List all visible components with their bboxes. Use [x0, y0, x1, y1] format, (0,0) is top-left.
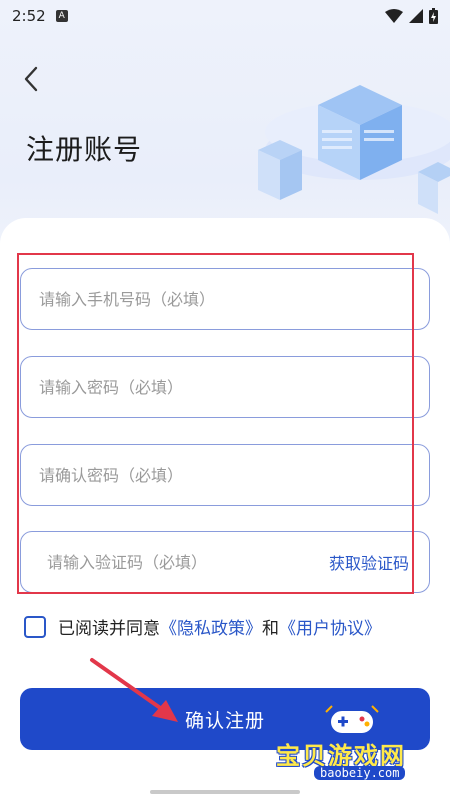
agreement-and-text: 和 [262, 619, 279, 639]
status-bar: 2:52 A [0, 0, 450, 32]
notification-icon: A [55, 10, 68, 22]
get-code-button[interactable]: 获取验证码 [329, 550, 409, 574]
annotation-arrow-icon [90, 658, 178, 722]
status-time: 2:52 [12, 7, 46, 25]
home-indicator [150, 790, 300, 794]
wifi-icon [385, 9, 403, 23]
back-button[interactable] [16, 64, 46, 94]
confirm-register-button[interactable]: 确认注册 [20, 688, 430, 750]
chevron-left-icon [24, 66, 38, 92]
verification-code-field[interactable]: 获取验证码 [20, 531, 430, 593]
page-title: 注册账号 [26, 133, 143, 166]
battery-icon [429, 8, 438, 24]
user-agreement-link[interactable]: 《用户协议》 [279, 614, 381, 639]
agreement-row: 已阅读并同意 《隐私政策》 和 《用户协议》 [24, 614, 381, 639]
signal-icon [409, 9, 423, 23]
confirm-password-input[interactable] [39, 465, 411, 485]
password-field[interactable] [20, 356, 430, 418]
phone-field[interactable] [20, 268, 430, 330]
agreement-checkbox[interactable] [24, 615, 46, 638]
agreement-text: 已阅读并同意 [58, 619, 160, 639]
password-input[interactable] [39, 377, 411, 397]
privacy-policy-link[interactable]: 《隐私政策》 [160, 614, 262, 639]
phone-input[interactable] [39, 289, 411, 309]
verification-code-input[interactable] [47, 552, 321, 572]
confirm-register-label: 确认注册 [184, 709, 265, 732]
confirm-password-field[interactable] [20, 444, 430, 506]
